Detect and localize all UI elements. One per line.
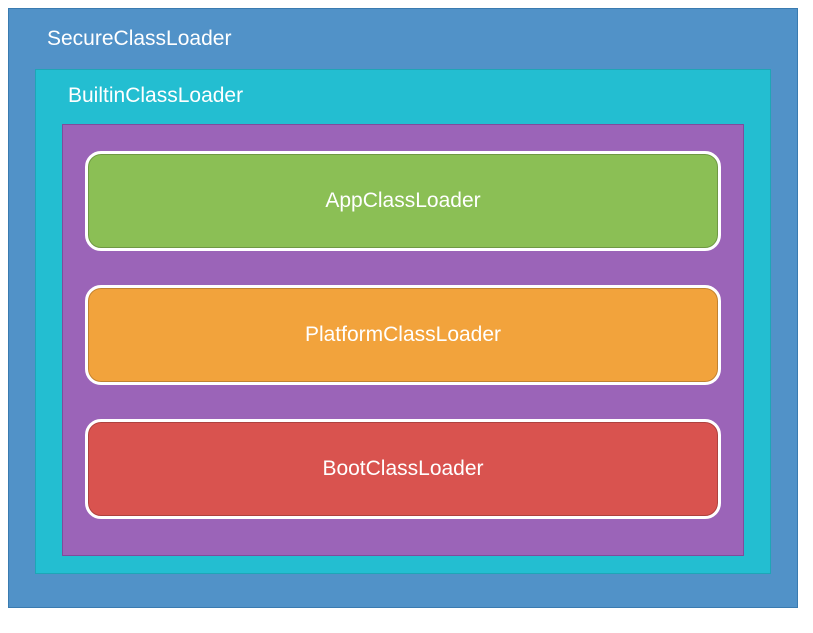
boot-classloader-box: BootClassLoader <box>85 419 721 519</box>
inner-container: AppClassLoader PlatformClassLoader BootC… <box>62 124 744 556</box>
secure-classloader-label: SecureClassLoader <box>47 27 771 51</box>
platform-classloader-box: PlatformClassLoader <box>85 285 721 385</box>
app-classloader-label: AppClassLoader <box>325 189 480 213</box>
platform-classloader-label: PlatformClassLoader <box>305 323 501 347</box>
boot-classloader-label: BootClassLoader <box>322 457 483 481</box>
secure-classloader-box: SecureClassLoader BuiltinClassLoader App… <box>8 8 798 608</box>
app-classloader-box: AppClassLoader <box>85 151 721 251</box>
builtin-classloader-box: BuiltinClassLoader AppClassLoader Platfo… <box>35 69 771 574</box>
builtin-classloader-label: BuiltinClassLoader <box>68 84 744 108</box>
